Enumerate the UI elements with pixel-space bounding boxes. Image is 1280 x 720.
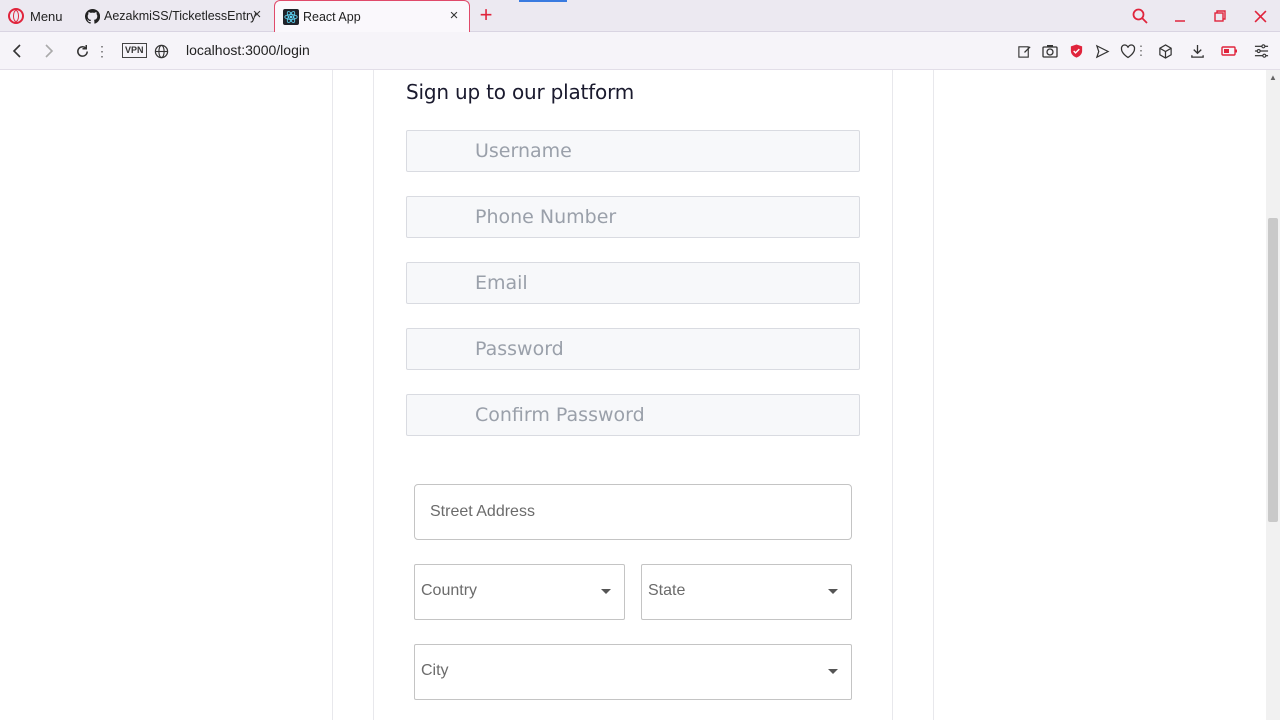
page-scrollbar[interactable]: ▲	[1266, 70, 1280, 720]
restore-window-icon[interactable]	[1200, 0, 1240, 32]
edit-page-icon[interactable]	[1014, 41, 1034, 61]
state-select-label: State	[648, 582, 686, 599]
opera-menu-button[interactable]: Menu	[8, 0, 63, 32]
street-address-field[interactable]	[414, 484, 852, 540]
globe-icon[interactable]	[151, 41, 171, 61]
vpn-badge[interactable]: VPN	[122, 43, 147, 58]
reload-icon[interactable]	[72, 41, 92, 61]
close-window-icon[interactable]	[1240, 0, 1280, 32]
tab-loading-indicator	[519, 0, 567, 2]
country-select-label: Country	[421, 582, 478, 599]
send-icon[interactable]	[1092, 41, 1112, 61]
more-dots-icon[interactable]: ⋮	[94, 41, 110, 61]
tab-react-app[interactable]: React App ×	[274, 0, 470, 32]
more-dots-icon[interactable]: ⋮	[1135, 41, 1148, 61]
opera-logo-icon	[8, 8, 24, 24]
page-viewport: Sign up to our platform Country State Ci…	[0, 70, 1266, 720]
state-select[interactable]: State	[641, 564, 852, 620]
close-tab-icon[interactable]: ×	[447, 8, 461, 23]
tab-title: AezakmiSS/TicketlessEntry	[104, 9, 257, 23]
download-icon[interactable]	[1187, 41, 1207, 61]
search-tabs-icon[interactable]	[1120, 0, 1160, 32]
new-tab-button[interactable]: +	[476, 4, 496, 26]
react-icon	[283, 8, 299, 25]
country-select[interactable]: Country	[414, 564, 625, 620]
tab-github[interactable]: AezakmiSS/TicketlessEntry ×	[76, 0, 272, 32]
scrollbar-thumb[interactable]	[1268, 218, 1278, 522]
confirm-password-input[interactable]	[473, 395, 853, 435]
confirm-password-field[interactable]	[406, 394, 860, 436]
city-select[interactable]: City	[414, 644, 852, 700]
tab-bar: Menu AezakmiSS/TicketlessEntry × React A…	[0, 0, 1280, 32]
battery-icon[interactable]	[1219, 41, 1239, 61]
column-divider	[933, 70, 934, 720]
street-address-input[interactable]	[428, 485, 821, 539]
dropdown-arrow-icon	[828, 669, 838, 674]
signup-title: Sign up to our platform	[406, 80, 635, 104]
forward-icon[interactable]	[38, 41, 58, 61]
minimize-window-icon[interactable]	[1160, 0, 1200, 32]
cube-icon[interactable]	[1155, 41, 1175, 61]
shield-icon[interactable]	[1066, 41, 1086, 61]
scroll-up-arrow-icon[interactable]: ▲	[1269, 73, 1277, 82]
phone-field[interactable]	[406, 196, 860, 238]
username-field[interactable]	[406, 130, 860, 172]
menu-label: Menu	[30, 8, 63, 24]
dropdown-arrow-icon	[828, 589, 838, 594]
address-bar: ⋮ VPN localhost:3000/login ⋮	[0, 32, 1280, 70]
tab-title: React App	[303, 9, 361, 24]
back-icon[interactable]	[8, 41, 28, 61]
close-tab-icon[interactable]: ×	[250, 7, 264, 22]
github-icon	[84, 8, 100, 24]
dropdown-arrow-icon	[601, 589, 611, 594]
phone-input[interactable]	[473, 197, 853, 237]
column-divider	[373, 70, 374, 720]
column-divider	[892, 70, 893, 720]
url-field[interactable]: localhost:3000/login	[186, 42, 310, 58]
username-input[interactable]	[473, 131, 853, 171]
camera-icon[interactable]	[1040, 41, 1060, 61]
easy-setup-icon[interactable]	[1251, 41, 1271, 61]
email-field[interactable]	[406, 262, 860, 304]
email-input[interactable]	[473, 263, 853, 303]
column-divider	[332, 70, 333, 720]
city-select-label: City	[421, 662, 449, 679]
password-field[interactable]	[406, 328, 860, 370]
password-input[interactable]	[473, 329, 853, 369]
